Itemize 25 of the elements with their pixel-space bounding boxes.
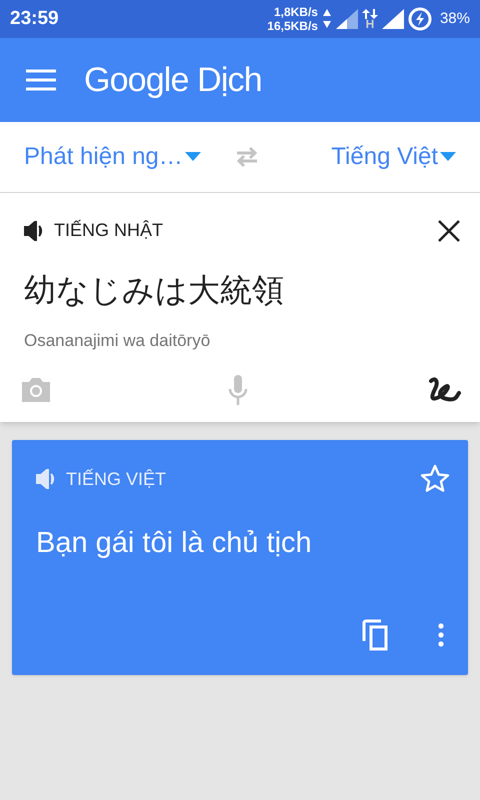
copy-icon[interactable]	[362, 619, 390, 651]
close-icon[interactable]	[438, 220, 460, 242]
signal-icon	[382, 9, 404, 29]
source-language-label: TIẾNG NHẬT	[54, 218, 164, 242]
battery-charging-icon	[408, 7, 432, 31]
caret-icon	[440, 152, 456, 162]
status-time: 23:59	[10, 6, 59, 31]
more-options-icon[interactable]	[438, 623, 444, 647]
source-text: 幼なじみは大統領	[24, 270, 285, 311]
target-language-dropdown[interactable]: Tiếng Việt	[331, 139, 456, 175]
star-icon[interactable]	[420, 464, 450, 494]
data-arrows-icon	[362, 9, 378, 19]
menu-icon[interactable]	[26, 69, 56, 91]
network-type: H	[366, 19, 374, 29]
download-speed: 16,5KB/s	[267, 19, 318, 33]
source-language-dropdown[interactable]: Phát hiện ng…	[24, 139, 201, 175]
target-language-label: TIẾNG VIỆT	[66, 468, 166, 490]
romanization-text: Osananajimi wa daitōryō	[24, 330, 212, 352]
upload-speed: 1,8KB/s	[274, 5, 318, 19]
caret-icon	[184, 152, 201, 162]
battery-level: 38%	[440, 8, 470, 29]
signal-icon	[336, 9, 358, 29]
translated-text: Bạn gái tôi là chủ tịch	[36, 526, 313, 561]
handwriting-icon[interactable]	[428, 374, 462, 404]
app-title: Google Dịch	[84, 60, 262, 100]
